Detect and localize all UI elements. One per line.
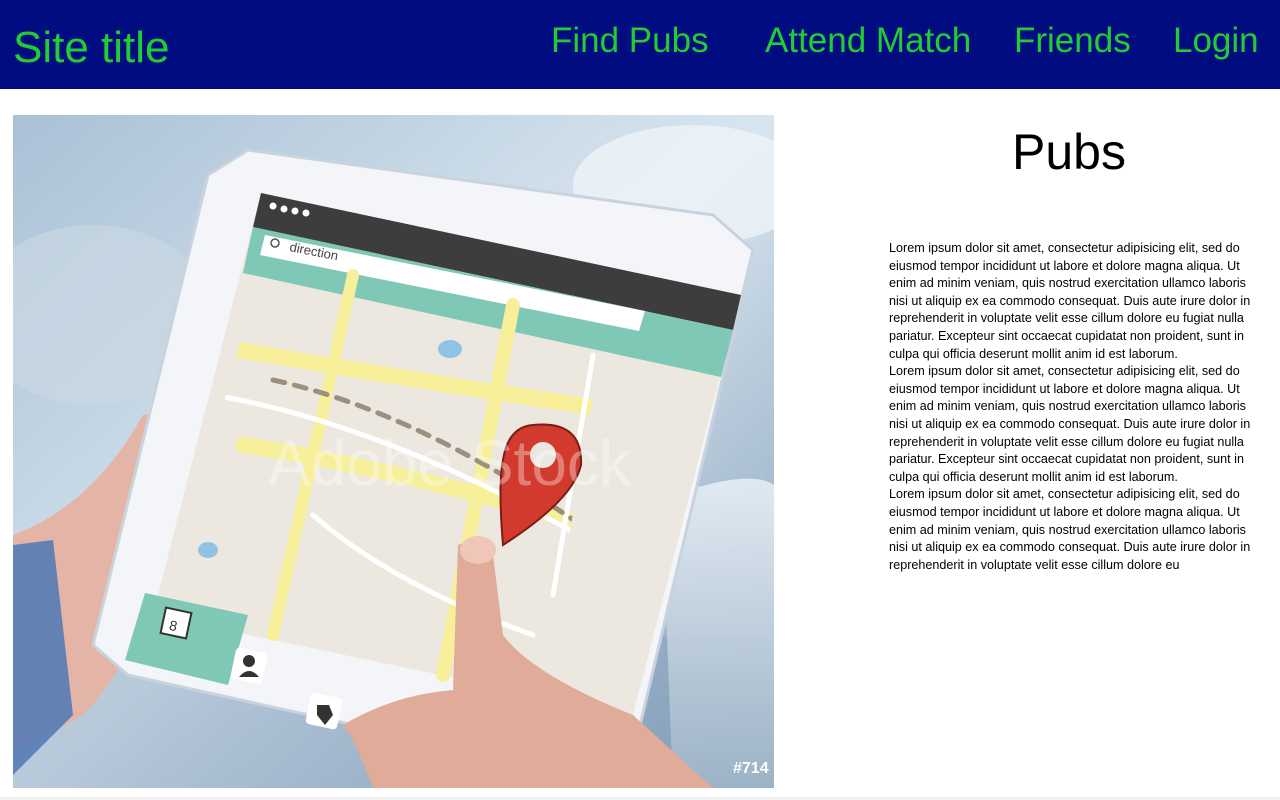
- paragraph: Lorem ipsum dolor sit amet, consectetur …: [889, 487, 1251, 572]
- watermark-text: Adobe Stock: [268, 427, 632, 499]
- site-title[interactable]: Site title: [13, 22, 170, 74]
- tablet-map-illustration: direction 8 Adobe Stock #714: [13, 115, 774, 788]
- navbar: Site title Find Pubs Attend Match Friend…: [0, 0, 1280, 89]
- hero-image: direction 8 Adobe Stock #714: [13, 115, 774, 788]
- nav-link-friends[interactable]: Friends: [1014, 20, 1131, 62]
- nav-link-find-pubs[interactable]: Find Pubs: [551, 20, 709, 62]
- nav-link-login[interactable]: Login: [1173, 20, 1259, 62]
- stock-id: #714: [733, 760, 769, 777]
- paragraph: Lorem ipsum dolor sit amet, consectetur …: [889, 364, 1251, 484]
- body-text: Lorem ipsum dolor sit amet, consectetur …: [889, 240, 1267, 574]
- paragraph: Lorem ipsum dolor sit amet, consectetur …: [889, 241, 1251, 361]
- page-title: Pubs: [1012, 124, 1126, 180]
- nav-link-attend-match[interactable]: Attend Match: [765, 20, 971, 62]
